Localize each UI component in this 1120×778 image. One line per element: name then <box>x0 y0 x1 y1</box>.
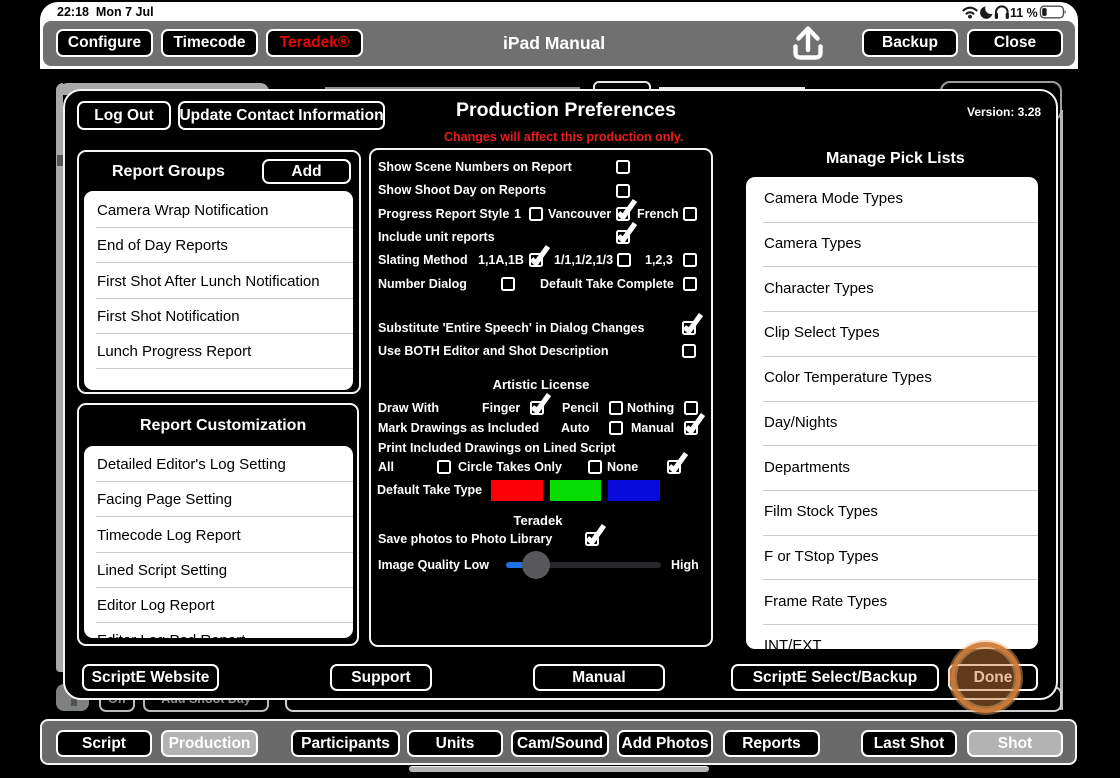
svg-text:11 %: 11 % <box>1010 6 1038 20</box>
